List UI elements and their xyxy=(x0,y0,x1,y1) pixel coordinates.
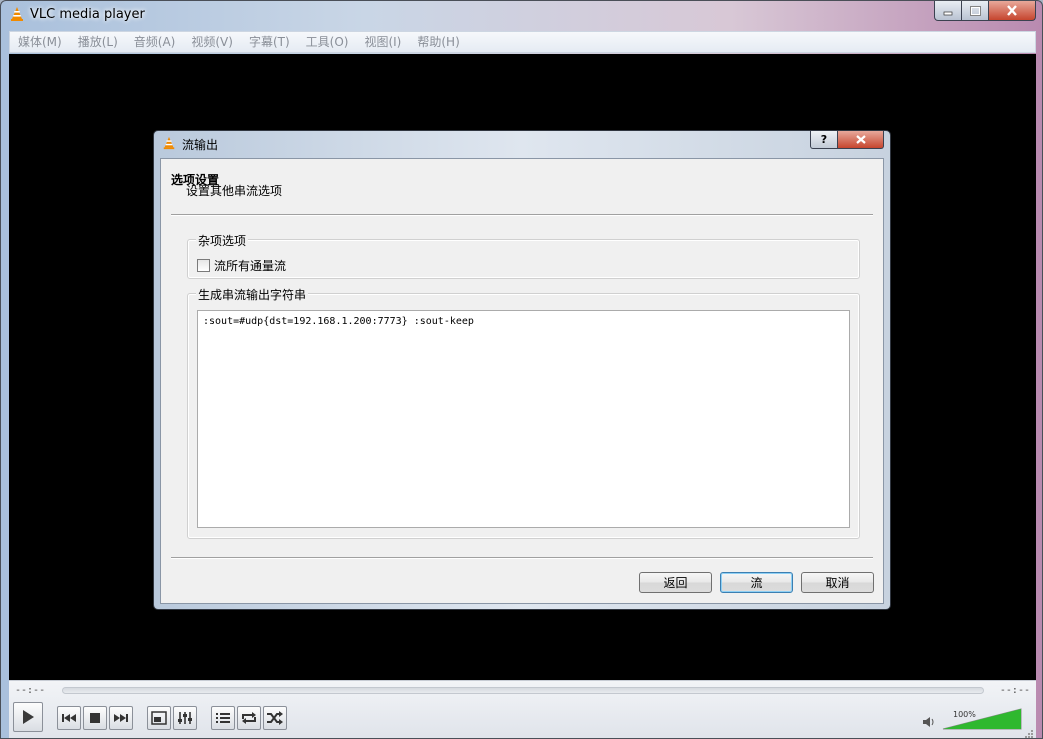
output-string-group: 生成串流输出字符串 :sout=#udp{dst=192.168.1.200:7… xyxy=(187,286,860,539)
close-icon xyxy=(1007,5,1017,16)
close-icon xyxy=(855,135,866,144)
next-icon xyxy=(114,714,128,722)
next-button[interactable] xyxy=(109,706,133,730)
misc-options-group: 杂项选项 流所有通量流 xyxy=(187,232,860,279)
extended-settings-button[interactable] xyxy=(173,706,197,730)
menu-video[interactable]: 视频(V) xyxy=(183,32,241,52)
divider xyxy=(171,557,873,559)
previous-button[interactable] xyxy=(57,706,81,730)
menu-playback[interactable]: 播放(L) xyxy=(70,32,126,52)
total-time: --:-- xyxy=(999,685,1030,696)
dialog-help-button[interactable]: ? xyxy=(810,131,838,149)
title-bar[interactable]: VLC media player xyxy=(1,1,1042,29)
extended-settings-icon xyxy=(178,712,192,724)
previous-icon xyxy=(62,714,76,722)
cancel-button[interactable]: 取消 xyxy=(801,572,874,593)
maximize-button[interactable] xyxy=(962,1,989,21)
play-button[interactable] xyxy=(13,702,43,732)
minimize-icon xyxy=(943,11,953,15)
stream-button[interactable]: 流 xyxy=(720,572,793,593)
divider xyxy=(171,214,873,216)
maximize-icon xyxy=(969,5,981,16)
caption-buttons xyxy=(934,1,1036,21)
output-string-label: 生成串流输出字符串 xyxy=(196,286,309,303)
output-string-textarea[interactable]: :sout=#udp{dst=192.168.1.200:7773} :sout… xyxy=(197,310,850,528)
fullscreen-button[interactable] xyxy=(147,706,171,730)
help-icon: ? xyxy=(820,133,828,146)
menu-view[interactable]: 视图(I) xyxy=(356,32,409,52)
close-button[interactable] xyxy=(989,1,1036,21)
playlist-icon xyxy=(216,713,230,723)
menu-bar: 媒体(M) 播放(L) 音频(A) 视频(V) 字幕(T) 工具(O) 视图(I… xyxy=(9,31,1036,53)
vlc-cone-icon xyxy=(163,136,175,150)
back-button[interactable]: 返回 xyxy=(639,572,712,593)
menu-tools[interactable]: 工具(O) xyxy=(298,32,357,52)
speaker-icon[interactable] xyxy=(922,716,936,728)
playlist-button[interactable] xyxy=(211,706,235,730)
loop-icon xyxy=(242,712,256,724)
elapsed-time: --:-- xyxy=(15,685,46,696)
controls-bar: --:-- --:-- 100% xyxy=(9,680,1036,738)
loop-button[interactable] xyxy=(237,706,261,730)
menu-subtitle[interactable]: 字幕(T) xyxy=(241,32,298,52)
stop-button[interactable] xyxy=(83,706,107,730)
volume-slider[interactable] xyxy=(941,707,1023,731)
section-subtitle: 设置其他串流选项 xyxy=(186,184,283,198)
misc-options-label: 杂项选项 xyxy=(196,232,249,249)
stop-icon xyxy=(90,713,100,723)
shuffle-button[interactable] xyxy=(263,706,287,730)
resize-grip-icon[interactable] xyxy=(1025,730,1033,738)
seek-slider[interactable] xyxy=(62,687,984,694)
menu-help[interactable]: 帮助(H) xyxy=(409,32,467,52)
stream-all-es-checkbox[interactable] xyxy=(197,259,210,272)
stream-all-es-row[interactable]: 流所有通量流 xyxy=(197,257,286,274)
dialog-title: 流输出 xyxy=(182,138,219,152)
dialog-body: 选项设置 设置其他串流选项 杂项选项 流所有通量流 生成串流输出字符串 :sou… xyxy=(160,158,884,604)
minimize-button[interactable] xyxy=(934,1,962,21)
stream-output-dialog: 流输出 ? 选项设置 设置其他串流选项 杂项选项 流所有通量流 生成串流输出字符… xyxy=(153,130,891,610)
vlc-cone-icon xyxy=(11,7,23,21)
menu-audio[interactable]: 音频(A) xyxy=(126,32,184,52)
dialog-close-button[interactable] xyxy=(838,131,884,149)
fullscreen-icon xyxy=(151,711,167,725)
menu-media[interactable]: 媒体(M) xyxy=(10,32,70,52)
window-title: VLC media player xyxy=(30,7,145,22)
stream-all-es-label[interactable]: 流所有通量流 xyxy=(214,257,286,274)
play-icon xyxy=(23,710,34,724)
shuffle-icon xyxy=(267,711,283,725)
